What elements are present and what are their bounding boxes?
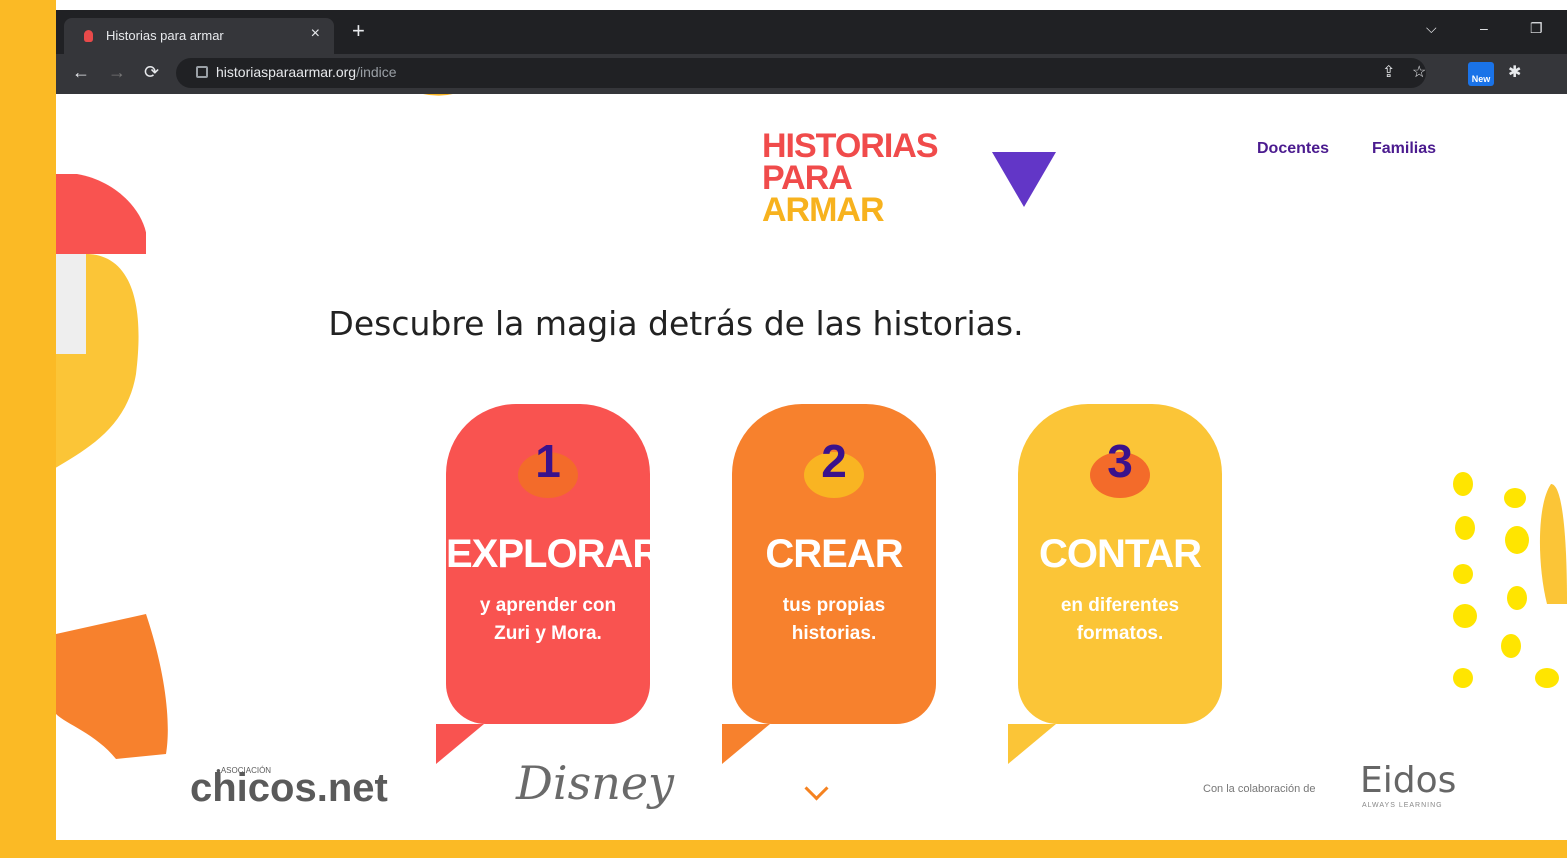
- share-icon[interactable]: ⇪: [1382, 62, 1395, 82]
- card-title: EXPLORAR: [446, 532, 661, 576]
- address-bar[interactable]: historiasparaarmar.org/indice ⇪ ☆: [176, 58, 1426, 88]
- left-frame: [0, 0, 56, 858]
- nav-familias-link[interactable]: Familias: [1372, 140, 1436, 158]
- extension-icon[interactable]: New: [1468, 62, 1494, 86]
- card-subtitle: y aprender con Zuri y Mora.: [479, 595, 617, 644]
- browser-chrome: Historias para armar × + ⌵ – ❐ ← → ⟳ his…: [56, 10, 1567, 94]
- site-logo[interactable]: HISTORIAS PARA ARMAR: [762, 129, 939, 227]
- close-tab-icon[interactable]: ×: [311, 25, 320, 43]
- restore-icon[interactable]: ❐: [1530, 20, 1543, 37]
- tab-bar: Historias para armar × + ⌵ – ❐: [56, 10, 1567, 54]
- lock-icon: [196, 66, 208, 78]
- speech-tail: [722, 724, 770, 764]
- favicon-icon: [84, 30, 93, 42]
- back-icon[interactable]: ←: [72, 62, 90, 83]
- page-content: HISTORIAS PARA ARMAR Docentes Familias D…: [56, 94, 1567, 840]
- tab-search-icon[interactable]: ⌵: [1426, 20, 1437, 37]
- url-text[interactable]: historiasparaarmar.org/indice: [216, 64, 397, 80]
- new-tab-icon[interactable]: +: [352, 18, 365, 44]
- reload-icon[interactable]: ⟳: [144, 62, 159, 83]
- tab-title: Historias para armar: [106, 28, 224, 43]
- eidos-tagline: ALWAYS LEARNING: [1362, 802, 1443, 809]
- orange-shape-decoration: [56, 614, 168, 759]
- chicos-logo[interactable]: chicos.net: [190, 766, 388, 811]
- nav-docentes-link[interactable]: Docentes: [1257, 140, 1329, 158]
- card-crear[interactable]: 2 CREAR tus propias historias.: [722, 404, 936, 764]
- disney-logo[interactable]: Disney: [516, 756, 674, 810]
- card-explorar[interactable]: 1 EXPLORAR y aprender con Zuri y Mora.: [436, 404, 661, 764]
- bookmark-star-icon[interactable]: ☆: [1412, 62, 1426, 82]
- collaboration-label: Con la colaboración de: [1203, 783, 1316, 795]
- page-headline: Descubre la magia detrás de las historia…: [328, 304, 1024, 343]
- toolbar: ← → ⟳ historiasparaarmar.org/indice ⇪ ☆ …: [56, 54, 1567, 94]
- dots-decoration: [1453, 472, 1567, 688]
- card-contar[interactable]: 3 CONTAR en diferentes formatos.: [1008, 404, 1222, 764]
- sun-swirl-decoration: [423, 94, 453, 96]
- eidos-logo[interactable]: Eidos: [1360, 760, 1456, 801]
- card-number: 2: [821, 435, 847, 487]
- menu-triangle-icon[interactable]: [992, 152, 1056, 207]
- speech-tail: [1008, 724, 1056, 764]
- chevron-down-icon[interactable]: [804, 776, 829, 801]
- minimize-icon[interactable]: –: [1480, 20, 1488, 36]
- card-title: CREAR: [765, 532, 903, 576]
- extensions-puzzle-icon[interactable]: ✱: [1508, 62, 1521, 82]
- card-title: CONTAR: [1038, 532, 1202, 576]
- card-number: 1: [535, 435, 561, 487]
- card-subtitle: tus propias historias.: [782, 595, 886, 644]
- forward-icon[interactable]: →: [108, 62, 126, 83]
- card-number: 3: [1107, 435, 1133, 487]
- speech-tail: [436, 724, 484, 764]
- card-subtitle: en diferentes formatos.: [1060, 595, 1180, 644]
- browser-tab[interactable]: Historias para armar ×: [64, 18, 334, 54]
